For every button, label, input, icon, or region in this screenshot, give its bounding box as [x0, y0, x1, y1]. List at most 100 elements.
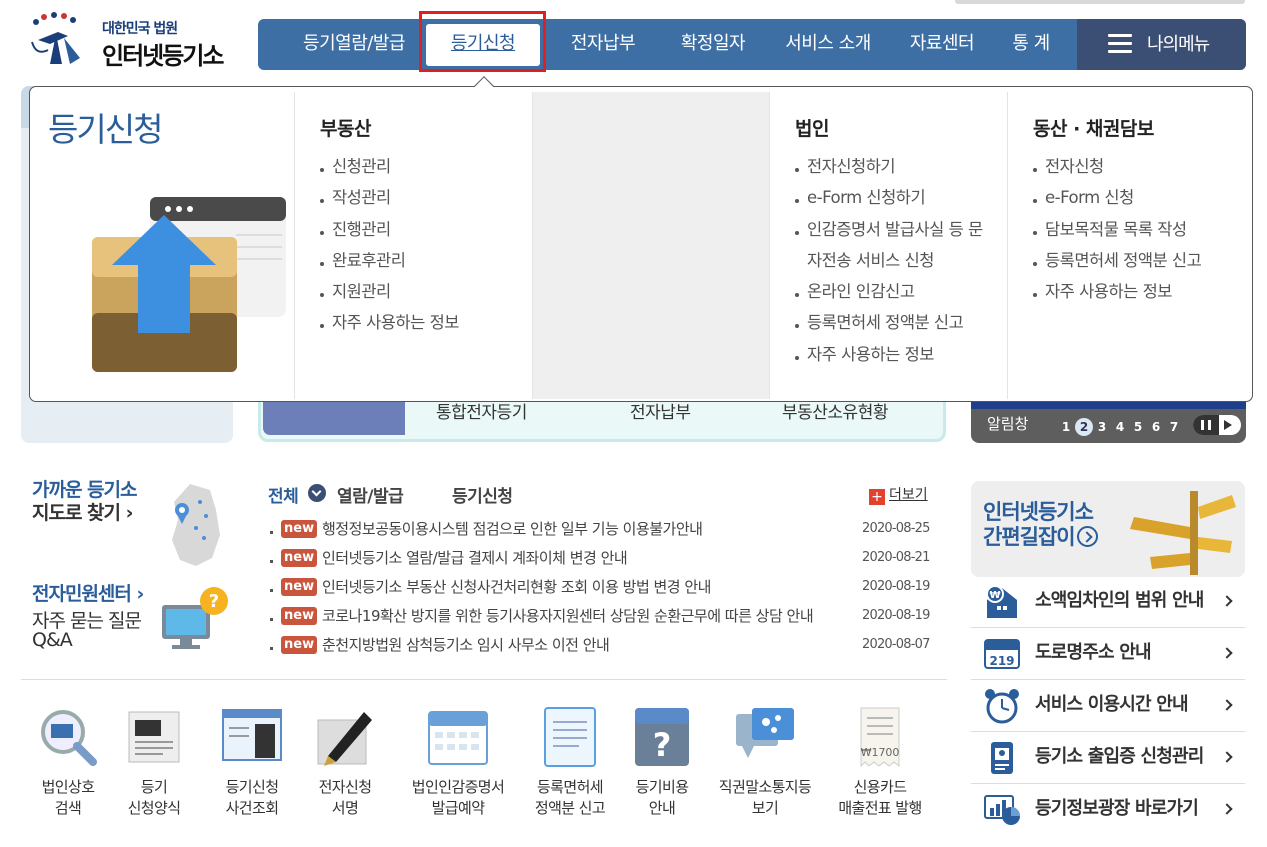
service-link-hours[interactable]: 서비스 이용시간 안내: [971, 680, 1245, 732]
nav-e-payment[interactable]: 전자납부: [548, 19, 658, 70]
monitor-help-icon: ?: [162, 587, 228, 649]
shortcut-corporate-name-search[interactable]: 법인상호 검색: [18, 706, 118, 819]
new-badge: new: [281, 520, 318, 538]
chevron-right-icon: [1221, 647, 1233, 659]
list-item[interactable]: new 인터넷등기소 부동산 신청사건처리현황 조회 이용 방법 변경 안내 2…: [270, 574, 946, 603]
shortcut-card-receipt[interactable]: ₩1700 신용카드 매출전표 발행: [820, 706, 940, 819]
service-link-data-plaza[interactable]: 등기정보광장 바로가기: [971, 784, 1245, 836]
easy-guide-line1: 인터넷등기소: [983, 500, 1094, 524]
menu-item[interactable]: 담보목적물 목록 작성: [1033, 214, 1252, 245]
menu-item[interactable]: 등록면허세 정액분 신고: [795, 307, 1007, 338]
menu-item[interactable]: 자주 사용하는 정보: [1033, 276, 1252, 307]
shortcut-cancellation-notice[interactable]: 직권말소통지등 보기: [705, 706, 825, 819]
shortcut-registration-fee-guide[interactable]: ? 등기비용 안내: [612, 706, 712, 819]
form-icon: [128, 711, 180, 763]
site-logo[interactable]: 대한민국 법원 인터넷등기소: [28, 10, 243, 72]
pause-icon[interactable]: [1201, 420, 1211, 430]
chevron-down-icon: [308, 484, 326, 502]
menu-item[interactable]: 자주 사용하는 정보: [795, 339, 1007, 370]
nav-fixed-date[interactable]: 확정일자: [658, 19, 768, 70]
shortcut-e-signature[interactable]: 전자신청 서명: [295, 706, 395, 819]
play-icon[interactable]: [1224, 420, 1232, 430]
easy-guide-text[interactable]: 인터넷등기소 간편길잡이: [983, 500, 1098, 550]
shortcut-registration-forms[interactable]: 등기 신청양식: [104, 706, 204, 819]
dropdown-column-real-estate: 부동산 신청관리 작성관리 진행관리 완료후관리 지원관리 자주 사용하는 정보: [294, 92, 532, 399]
service-label: 도로명주소 안내: [1035, 642, 1152, 663]
menu-item[interactable]: 전자신청: [1033, 151, 1252, 182]
shortcut-row: 법인상호 검색 등기 신청양식 등기신청 사건조회 전자신청 서명 법인인감증명…: [22, 706, 942, 826]
menu-item[interactable]: 전자신청하기: [795, 151, 1007, 182]
nav-service-intro[interactable]: 서비스 소개: [768, 19, 888, 70]
shortcut-label: 전자신청 서명: [318, 778, 372, 817]
pass-card-icon: [991, 742, 1013, 774]
case-lookup-icon: [222, 709, 282, 761]
new-badge: new: [281, 607, 318, 625]
menu-item[interactable]: 자주 사용하는 정보: [320, 307, 532, 338]
notice-title: 행정정보공동이용시스템 점검으로 인한 일부 기능 이용불가안내: [322, 520, 703, 538]
alert-page[interactable]: 7: [1165, 420, 1183, 434]
svg-text:?: ?: [209, 591, 219, 612]
nav-data-center[interactable]: 자료센터: [894, 19, 990, 70]
notice-date: 2020-08-19: [862, 608, 930, 623]
faq-link[interactable]: 자주 묻는 질문 Q&A: [32, 612, 142, 650]
shortcut-label: 법인상호 검색: [41, 778, 95, 817]
service-label: 등기소 출입증 신청관리: [1035, 746, 1204, 767]
dropdown-column-movables: 동산 · 채권담보 전자신청 e-Form 신청 담보목적물 목록 작성 등록면…: [1007, 92, 1252, 399]
menu-item[interactable]: 인감증명서 발급사실 등 문자전송 서비스 신청: [795, 214, 997, 277]
shortcut-label: 직권말소통지등 보기: [718, 778, 812, 817]
notice-date: 2020-08-19: [862, 579, 930, 594]
my-menu-button[interactable]: 나의메뉴: [1077, 19, 1246, 70]
list-item[interactable]: new 행정정보공동이용시스템 점검으로 인한 일부 기능 이용불가안내 202…: [270, 516, 946, 545]
list-item[interactable]: new 춘천지방법원 삼척등기소 임시 사무소 이전 안내 2020-08-07: [270, 632, 946, 661]
circle-arrow-icon: [1076, 526, 1098, 547]
menu-item[interactable]: 등록면허세 정액분 신고: [1033, 245, 1252, 276]
menu-item[interactable]: 신청관리: [320, 151, 532, 182]
service-link-road-address[interactable]: 219 도로명주소 안내: [971, 628, 1245, 680]
nav-view-issue[interactable]: 등기열람/발급: [284, 19, 424, 70]
more-link[interactable]: + 더보기: [869, 484, 928, 505]
list-item[interactable]: new 코로나19확산 방지를 위한 등기사용자지원센터 상담원 순환근무에 따…: [270, 603, 946, 632]
nearby-registry-link[interactable]: 가까운 등기소 지도로 찾기 ›: [32, 479, 137, 525]
svg-text:?: ?: [653, 726, 672, 764]
nav-registration-apply[interactable]: 등기신청: [426, 24, 540, 66]
tab-view-issue[interactable]: 열람/발급: [337, 482, 404, 507]
service-link-small-tenant[interactable]: ₩ 소액임차인의 범위 안내: [971, 576, 1245, 628]
dropdown-title: 등기신청: [48, 110, 163, 149]
calendar-icon: [428, 711, 488, 765]
menu-item[interactable]: 진행관리: [320, 214, 532, 245]
notice-title: 춘천지방법원 삼척등기소 임시 사무소 이전 안내: [322, 636, 610, 654]
korea-map-icon: [172, 484, 220, 566]
svg-text:219: 219: [989, 654, 1014, 668]
alert-page[interactable]: 1: [1057, 420, 1075, 434]
menu-item[interactable]: e-Form 신청: [1033, 182, 1252, 213]
service-link-pass-card[interactable]: 등기소 출입증 신청관리: [971, 732, 1245, 784]
menu-item[interactable]: e-Form 신청하기: [795, 182, 1007, 213]
alert-pagination: 1234567: [1057, 416, 1183, 436]
alert-page[interactable]: 3: [1093, 420, 1111, 434]
tab-all[interactable]: 전체: [268, 482, 299, 507]
receipt-icon: ₩1700: [860, 707, 900, 768]
alert-page[interactable]: 5: [1129, 420, 1147, 434]
alert-page-current[interactable]: 2: [1075, 418, 1093, 436]
tab-registration[interactable]: 등기신청: [452, 482, 513, 507]
service-label: 등기정보광장 바로가기: [1035, 798, 1199, 819]
menu-item[interactable]: 완료후관리: [320, 245, 532, 276]
chevron-right-icon: [1221, 699, 1233, 711]
shortcut-case-lookup[interactable]: 등기신청 사건조회: [202, 706, 302, 819]
menu-item[interactable]: 온라인 인감신고: [795, 276, 1007, 307]
alert-page[interactable]: 4: [1111, 420, 1129, 434]
alert-page[interactable]: 6: [1147, 420, 1165, 434]
civil-service-center-link[interactable]: 전자민원센터 ›: [32, 579, 144, 606]
chevron-right-icon: [1221, 595, 1233, 607]
stats-chart-icon: [984, 795, 1020, 825]
new-badge: new: [281, 578, 318, 596]
notice-date: 2020-08-21: [862, 550, 930, 565]
shortcut-label: 등기신청 사건조회: [225, 778, 279, 817]
nav-statistics[interactable]: 통 계: [998, 19, 1064, 70]
list-item[interactable]: new 인터넷등기소 열람/발급 결제시 계좌이체 변경 안내 2020-08-…: [270, 545, 946, 574]
service-label: 서비스 이용시간 안내: [1035, 694, 1189, 715]
menu-item[interactable]: 지원관리: [320, 276, 532, 307]
nearby-registry-line2: 지도로 찾기 ›: [32, 502, 133, 524]
menu-item[interactable]: 작성관리: [320, 182, 532, 213]
shortcut-seal-certificate-reservation[interactable]: 법인인감증명서 발급예약: [396, 706, 520, 819]
